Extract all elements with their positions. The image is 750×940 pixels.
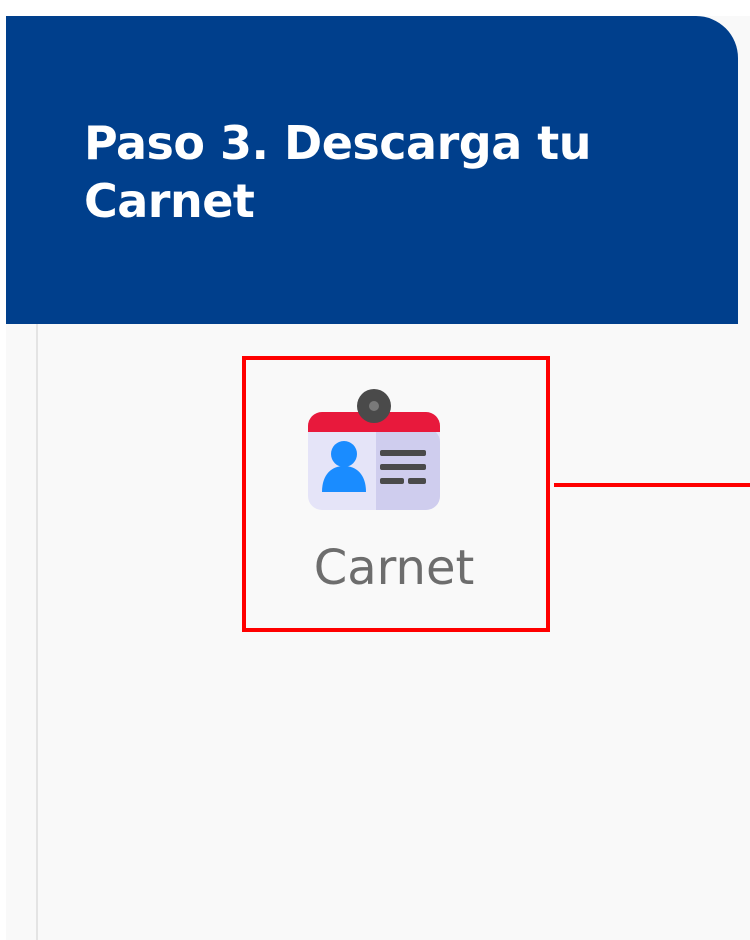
carnet-label: Carnet [313, 540, 475, 596]
step-title: Paso 3. Descarga tu Carnet [84, 116, 592, 228]
carnet-download-button[interactable]: Carnet [242, 356, 550, 632]
highlight-connector-line [554, 483, 750, 487]
card-left-border [36, 324, 38, 940]
card-header: Paso 3. Descarga tu Carnet [6, 16, 738, 324]
step-card: Paso 3. Descarga tu Carnet Carnet [6, 16, 750, 940]
id-badge-icon [308, 389, 440, 510]
